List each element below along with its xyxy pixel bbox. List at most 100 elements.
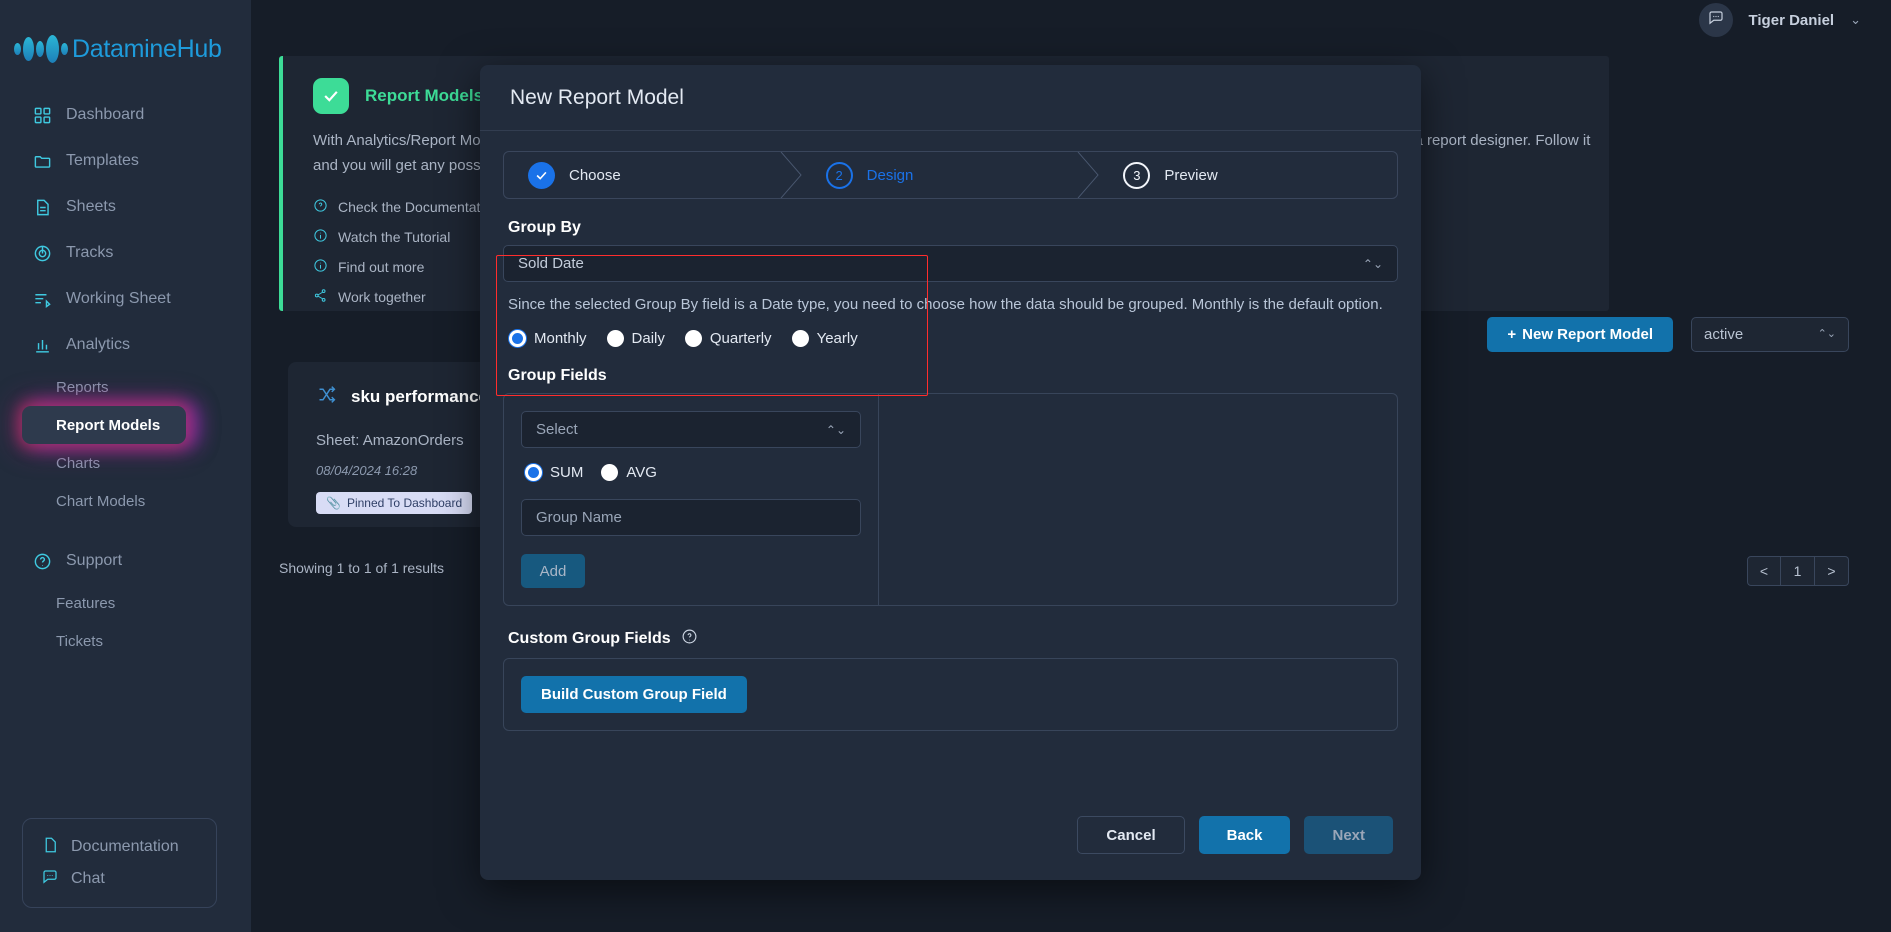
plus-icon: +	[1507, 326, 1517, 343]
radio-indicator[interactable]	[601, 464, 619, 481]
step-number-badge: 2	[825, 161, 853, 189]
sidebar-subitem-label: Report Models	[56, 416, 161, 434]
pagination-prev-button[interactable]: <	[1747, 556, 1781, 586]
sidebar-item-label: Support	[66, 552, 123, 569]
radio-option-daily[interactable]: Daily	[606, 330, 665, 347]
new-report-model-button[interactable]: + New Report Model	[1487, 317, 1673, 352]
sidebar-item-chart-models[interactable]: Chart Models	[0, 482, 251, 520]
info-icon	[313, 258, 328, 276]
cancel-button[interactable]: Cancel	[1077, 816, 1185, 854]
radio-option-avg[interactable]: AVG	[601, 464, 657, 481]
aggregation-radios: SUM AVG	[525, 464, 861, 481]
radio-indicator[interactable]	[684, 330, 702, 347]
sidebar-item-charts[interactable]: Charts	[0, 444, 251, 482]
sidebar-item-support[interactable]: Support	[0, 538, 251, 584]
step-choose[interactable]: Choose	[504, 152, 802, 198]
step-preview[interactable]: 3 Preview	[1099, 152, 1397, 198]
sidebar-item-analytics[interactable]: Analytics	[0, 322, 251, 368]
sidebar-item-chat[interactable]: Chat	[23, 863, 216, 895]
group-fields-form: Select ⌃⌄ SUM AVG Group Name Add	[504, 394, 879, 605]
step-label: Choose	[569, 166, 621, 184]
custom-group-fields-header: Custom Group Fields	[508, 628, 1398, 650]
chevron-down-icon[interactable]: ⌄	[1850, 12, 1861, 28]
radio-label: SUM	[550, 464, 584, 481]
sidebar-item-report-models[interactable]: Report Models	[22, 406, 186, 444]
sidebar-item-documentation[interactable]: Documentation	[23, 831, 216, 863]
report-model-title: sku performance	[351, 387, 488, 406]
chat-icon	[1707, 9, 1725, 32]
radio-label: Quarterly	[709, 330, 772, 347]
pagination-page-1[interactable]: 1	[1781, 556, 1815, 586]
pinned-badge-label: Pinned To Dashboard	[346, 496, 463, 510]
sidebar-item-working-sheet[interactable]: Working Sheet	[0, 276, 251, 322]
sidebar-item-features[interactable]: Features	[0, 584, 251, 622]
radio-indicator[interactable]	[606, 330, 624, 347]
dialog-footer: Cancel Back Next	[480, 816, 1421, 880]
sidebar-item-tracks[interactable]: Tracks	[0, 230, 251, 276]
status-filter-value: active	[1704, 326, 1744, 343]
group-by-select[interactable]: Sold Date ⌃⌄	[503, 245, 1398, 282]
group-fields-list	[879, 394, 1397, 605]
topbar: Tiger Daniel ⌄	[251, 0, 1891, 40]
group-name-input[interactable]: Group Name	[521, 499, 861, 536]
sidebar-item-tickets[interactable]: Tickets	[0, 622, 251, 660]
radio-option-sum[interactable]: SUM	[525, 464, 583, 481]
analytics-subnav: Reports Report Models Charts Chart Model…	[0, 368, 251, 520]
pinned-badge: 📎 Pinned To Dashboard	[316, 492, 473, 514]
step-label: Design	[866, 166, 914, 184]
radio-option-monthly[interactable]: Monthly	[509, 330, 587, 347]
radio-option-yearly[interactable]: Yearly	[791, 330, 858, 347]
question-circle-icon	[313, 198, 328, 216]
radio-label: Monthly	[534, 330, 587, 347]
sidebar-nav: Dashboard Templates Sheets Tracks Workin…	[0, 92, 251, 660]
sidebar-subitem-label: Charts	[56, 454, 101, 472]
sidebar-subitem-label: Tickets	[56, 632, 103, 650]
sidebar-item-templates[interactable]: Templates	[0, 138, 251, 184]
target-icon	[33, 244, 52, 263]
radio-indicator[interactable]	[791, 330, 809, 347]
chevron-updown-icon: ⌃⌄	[1362, 256, 1383, 271]
back-button[interactable]: Back	[1198, 816, 1291, 854]
group-by-section-title: Group By	[508, 219, 581, 236]
step-separator-icon	[1076, 152, 1100, 198]
check-icon	[313, 78, 349, 114]
pagination-next-button[interactable]: >	[1815, 556, 1849, 586]
radio-label: AVG	[626, 464, 657, 481]
results-count: Showing 1 to 1 of 1 results	[279, 560, 444, 576]
info-card-title: Report Models	[365, 86, 484, 105]
group-fields-section-title: Group Fields	[508, 367, 607, 384]
radio-option-quarterly[interactable]: Quarterly	[684, 330, 772, 347]
radio-indicator[interactable]	[509, 330, 526, 347]
radio-indicator[interactable]	[525, 464, 542, 481]
logo-icon	[14, 35, 68, 63]
new-report-model-dialog: New Report Model Choose 2 Design 3 Previ…	[480, 65, 1421, 880]
status-filter-select[interactable]: active ⌃⌄	[1691, 317, 1849, 352]
step-number-badge: 3	[1123, 161, 1151, 189]
custom-group-fields-panel: Build Custom Group Field	[503, 658, 1398, 731]
sidebar-item-reports[interactable]: Reports	[0, 368, 251, 406]
sidebar-item-label: Templates	[66, 152, 139, 169]
brand[interactable]: DatamineHub	[0, 0, 251, 72]
question-circle-icon[interactable]	[681, 628, 698, 650]
sidebar-item-sheets[interactable]: Sheets	[0, 184, 251, 230]
step-design[interactable]: 2 Design	[802, 152, 1100, 198]
sidebar-item-label: Working Sheet	[66, 290, 171, 307]
next-button[interactable]: Next	[1304, 816, 1393, 854]
page-toolbar: + New Report Model active ⌃⌄	[1487, 317, 1849, 352]
add-group-field-button[interactable]: Add	[521, 554, 585, 588]
share-icon	[313, 288, 328, 306]
radio-label: Daily	[631, 330, 665, 347]
app-root: DatamineHub Dashboard Templates Sheets T…	[0, 0, 1891, 932]
chevron-updown-icon: ⌃⌄	[825, 422, 846, 437]
topbar-chat-button[interactable]	[1698, 3, 1733, 37]
question-circle-icon	[33, 552, 52, 571]
info-link-label: Check the Documentation	[338, 199, 500, 215]
edit-list-icon	[33, 290, 52, 309]
sidebar-item-dashboard[interactable]: Dashboard	[0, 92, 251, 138]
group-field-select-placeholder: Select	[536, 421, 578, 438]
user-name[interactable]: Tiger Daniel	[1749, 12, 1835, 29]
sidebar-footer-label: Documentation	[71, 838, 179, 855]
build-custom-group-field-button[interactable]: Build Custom Group Field	[521, 676, 747, 713]
step-separator-icon	[779, 152, 803, 198]
group-field-select[interactable]: Select ⌃⌄	[521, 411, 861, 448]
